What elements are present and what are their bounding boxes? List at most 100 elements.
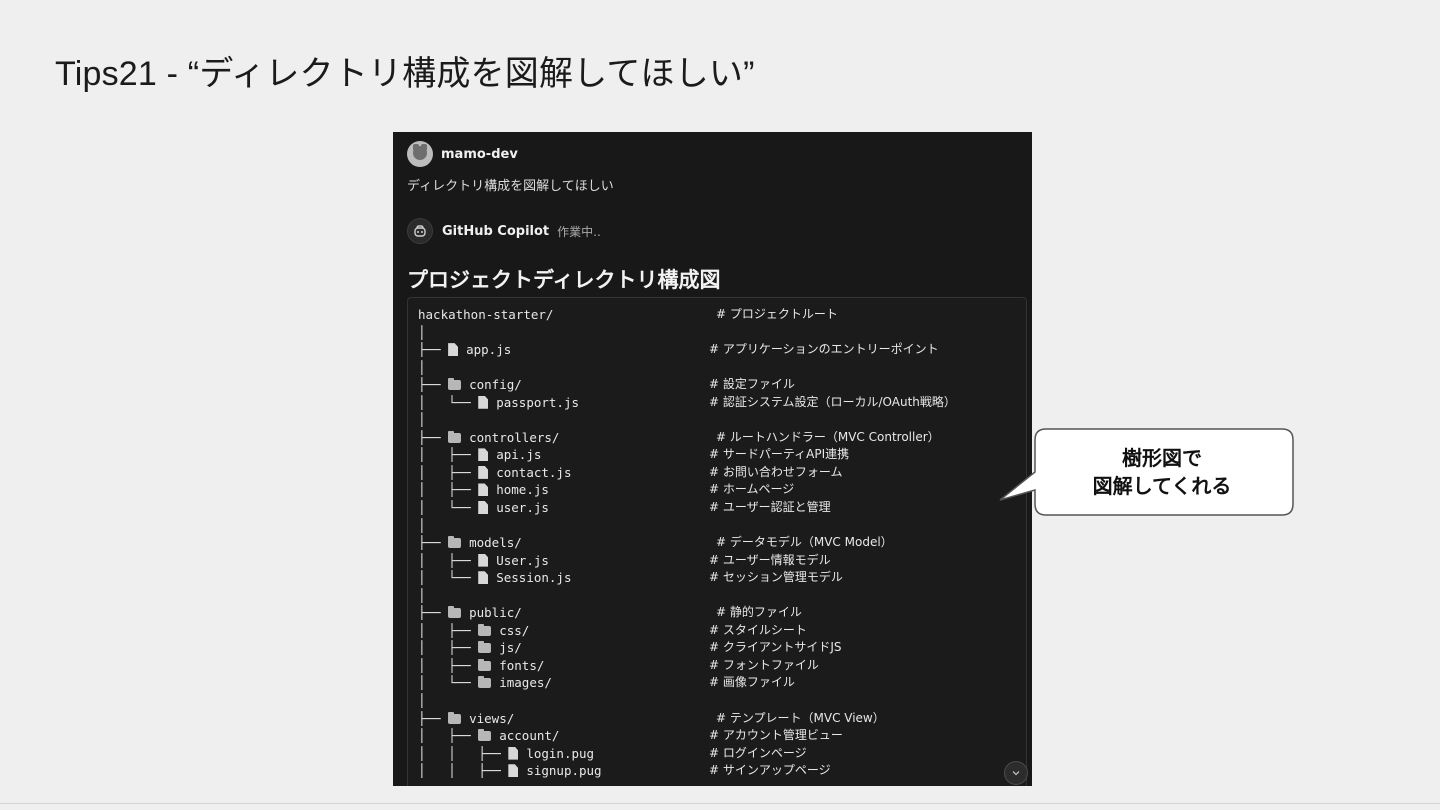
tree-item-name: Session.js: [496, 570, 572, 586]
tree-entry: │: [418, 587, 426, 605]
tree-comment: # サインアップページ: [709, 763, 831, 778]
chevron-down-icon: [1012, 771, 1020, 776]
tree-item-name: config/: [469, 377, 522, 393]
tree-prefix: │ └──: [418, 394, 479, 410]
assistant-name: GitHub Copilot: [442, 223, 550, 239]
copilot-chat-panel: mamo-dev ディレクトリ構成を図解してほしい GitHub Copilot…: [393, 132, 1032, 786]
tree-prefix: │: [418, 693, 426, 709]
tree-entry: │ ├── css/: [418, 622, 529, 640]
callout-line-2: 図解してくれる: [1092, 474, 1232, 498]
user-message-header: mamo-dev: [407, 141, 518, 167]
tree-entry: │: [418, 517, 426, 535]
user-avatar[interactable]: [407, 141, 433, 167]
tree-prefix: │: [418, 412, 426, 428]
folder-icon: [478, 623, 492, 636]
tree-entry: ├── controllers/: [418, 429, 559, 447]
tree-item-name: signup.pug: [526, 763, 602, 779]
tree-entry: │ ├── api.js: [418, 446, 541, 464]
tree-prefix: │: [418, 324, 426, 340]
tree-prefix: │ ├──: [418, 640, 479, 656]
tree-entry: │ ├── account/: [418, 727, 559, 745]
file-icon: [478, 483, 489, 497]
tree-comment: # サードパーティAPI連携: [709, 447, 850, 462]
slide-bottom-rule: [0, 803, 1440, 804]
folder-icon: [478, 729, 492, 742]
tree-entry: │ ├── home.js: [418, 481, 549, 499]
tree-comment: # テンプレート（MVC View）: [716, 710, 885, 725]
callout-bubble: 樹形図で 図解してくれる: [998, 428, 1294, 518]
tree-comment: # ルートハンドラー（MVC Controller）: [716, 429, 940, 444]
assistant-header: GitHub Copilot 作業中..: [407, 218, 601, 244]
tree-item-name: api.js: [496, 447, 542, 463]
tree-item-name: models/: [469, 535, 522, 551]
file-icon: [478, 571, 489, 585]
tree-entry: ├── views/: [418, 710, 514, 728]
file-icon: [448, 343, 459, 357]
tree-item-name: user.js: [496, 500, 549, 516]
tree-prefix: ├──: [418, 342, 449, 358]
tree-comment: # スタイルシート: [709, 622, 807, 637]
tree-item-name: contact.js: [496, 464, 572, 480]
tree-entry: │ └── passport.js: [418, 394, 579, 412]
folder-icon: [448, 711, 462, 724]
folder-icon: [478, 641, 492, 654]
tree-item-name: public/: [469, 605, 522, 621]
file-icon: [478, 501, 489, 515]
tree-comment: # 静的ファイル: [716, 605, 802, 620]
tree-entry: ├── app.js: [418, 341, 511, 359]
folder-icon: [478, 658, 492, 671]
tree-item-name: fonts/: [499, 657, 545, 673]
folder-icon: [448, 536, 462, 549]
tree-item-name: passport.js: [496, 394, 580, 410]
tree-prefix: ├──: [418, 535, 449, 551]
tree-item-name: User.js: [496, 552, 549, 568]
tree-item-name: css/: [499, 622, 530, 638]
tree-entry: │ ├── js/: [418, 639, 522, 657]
file-icon: [478, 395, 489, 409]
tree-comment: # ユーザー認証と管理: [709, 500, 831, 515]
file-icon: [508, 746, 519, 760]
tree-entry: hackathon-starter/: [418, 306, 553, 324]
code-block[interactable]: hackathon-starter/# プロジェクトルート │ ├── app.js…: [407, 297, 1027, 786]
tree-comment: # フォントファイル: [709, 657, 819, 672]
callout-line-1: 樹形図で: [1122, 446, 1202, 470]
tree-item-name: home.js: [496, 482, 549, 498]
tree-comment: # アプリケーションのエントリーポイント: [709, 342, 939, 357]
tree-prefix: │ │ ├──: [418, 763, 509, 779]
tree-prefix: │: [418, 587, 426, 603]
tree-prefix: │: [418, 359, 426, 375]
tree-comment: # クライアントサイドJS: [709, 640, 842, 655]
tree-comment: # 認証システム設定（ローカル/OAuth戦略）: [709, 394, 956, 409]
folder-icon: [448, 378, 462, 391]
user-message: ディレクトリ構成を図解してほしい: [407, 179, 614, 194]
avatar-face: [413, 146, 427, 160]
tree-comment: # 設定ファイル: [709, 377, 795, 392]
tree-prefix: │ ├──: [418, 657, 479, 673]
tree-comment: # ユーザー情報モデル: [709, 552, 831, 567]
tree-prefix: │ │ ├──: [418, 745, 509, 761]
tree-entry: │: [418, 359, 426, 377]
scroll-down-button[interactable]: [1004, 761, 1028, 785]
tree-comment: # アカウント管理ビュー: [709, 728, 843, 743]
tree-comment: # お問い合わせフォーム: [709, 464, 843, 479]
file-icon: [478, 553, 489, 567]
tree-entry: ├── config/: [418, 376, 522, 394]
tree-prefix: │ └──: [418, 500, 479, 516]
tree-prefix: │ ├──: [418, 464, 479, 480]
file-icon: [478, 465, 489, 479]
tree-comment: # プロジェクトルート: [716, 307, 838, 321]
tree-prefix: ├──: [418, 605, 449, 621]
folder-icon: [448, 606, 462, 619]
tree-comment: # 画像ファイル: [709, 675, 795, 690]
tree-entry: │ ├── User.js: [418, 552, 549, 570]
tree-comment: # ログインページ: [709, 745, 807, 760]
tree-prefix: ├──: [418, 429, 449, 445]
tree-prefix: hackathon-starter/: [418, 307, 554, 322]
callout-text: 樹形図で 図解してくれる: [1032, 428, 1292, 516]
tree-item-name: views/: [469, 710, 515, 726]
tree-item-name: images/: [499, 675, 552, 691]
slide-title: Tips21 - “ディレクトリ構成を図解してほしい”: [55, 55, 755, 93]
file-icon: [508, 764, 519, 778]
tree-entry: │: [418, 324, 426, 342]
tree-prefix: │ ├──: [418, 447, 479, 463]
